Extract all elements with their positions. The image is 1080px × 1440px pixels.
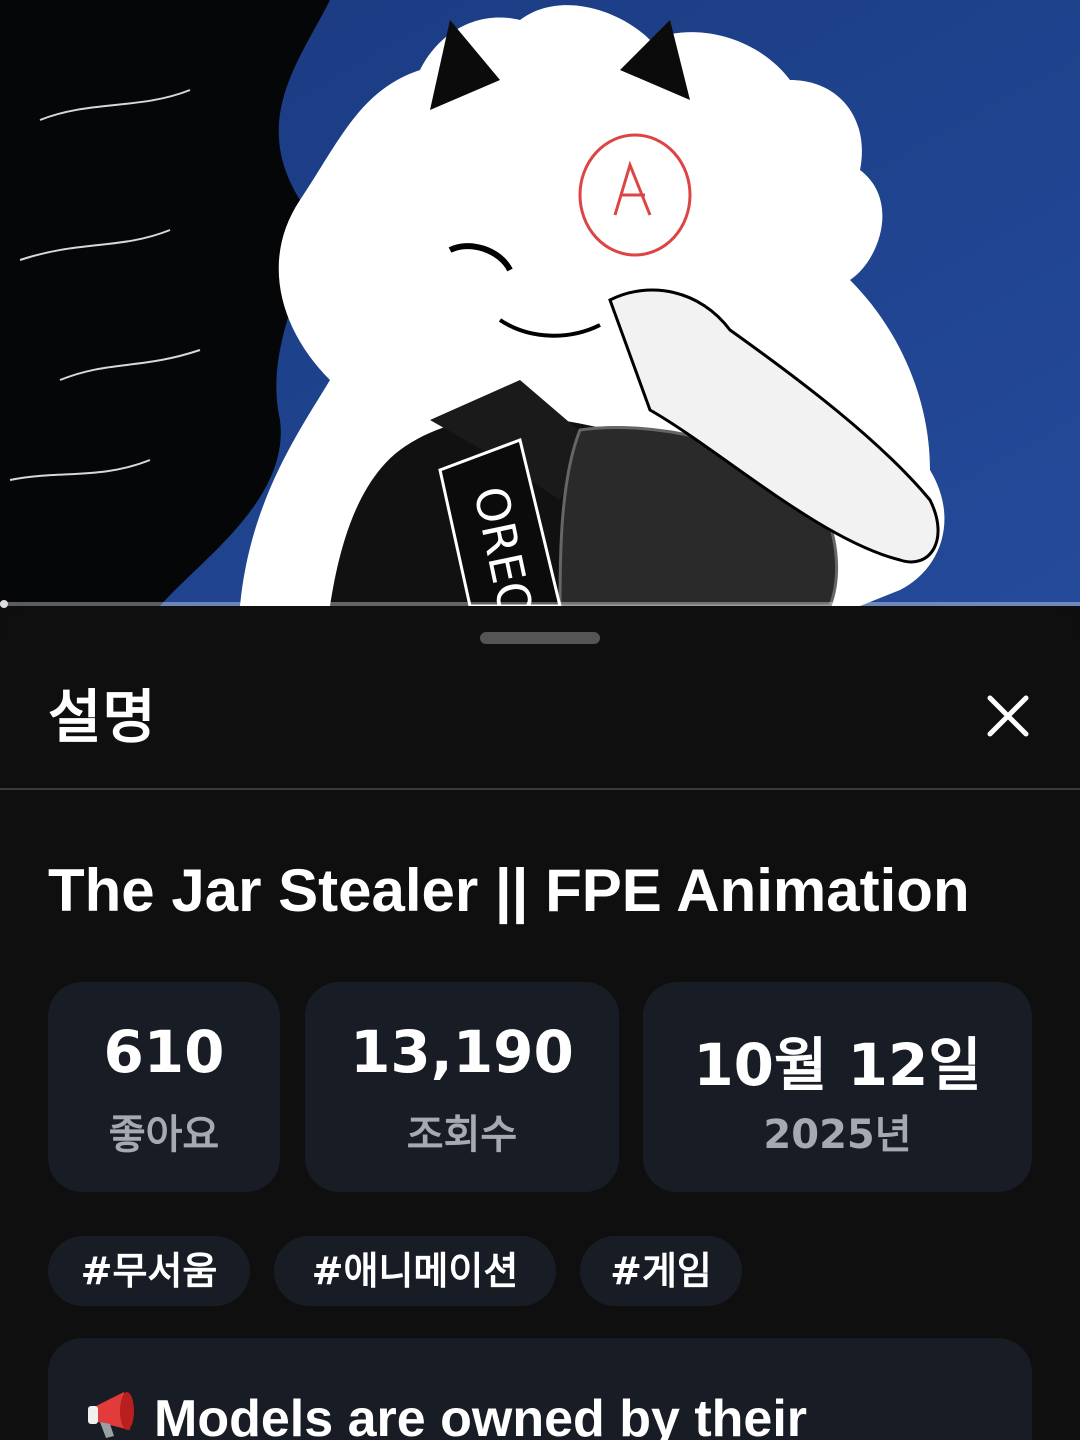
description-box[interactable]: Models are owned by their	[48, 1338, 1032, 1440]
hashtag-animation[interactable]: #애니메이션	[274, 1236, 556, 1306]
close-button[interactable]	[978, 686, 1038, 746]
close-icon	[987, 695, 1029, 737]
stat-views-value: 13,190	[350, 1018, 574, 1086]
sheet-divider	[0, 788, 1080, 790]
stat-views-label: 조회수	[406, 1112, 518, 1158]
video-player[interactable]: OREO	[0, 0, 1080, 606]
description-text: Models are owned by their	[86, 1386, 807, 1440]
description-first-line: Models are owned by their	[154, 1390, 808, 1440]
stat-date-year: 2025년	[763, 1112, 912, 1158]
drag-handle[interactable]	[480, 632, 600, 644]
stat-views: 13,190 조회수	[305, 982, 619, 1192]
video-thumbnail: OREO	[0, 0, 1080, 606]
stat-date-value: 10월 12일	[693, 1031, 982, 1099]
megaphone-icon	[86, 1386, 150, 1440]
video-title: The Jar Stealer || FPE Animation	[48, 857, 970, 924]
stat-date: 10월 12일 2025년	[643, 982, 1032, 1192]
hashtag-game[interactable]: #게임	[580, 1236, 742, 1306]
stat-likes: 610 좋아요	[48, 982, 280, 1192]
sheet-title: 설명	[48, 683, 157, 751]
video-progress-handle[interactable]	[0, 600, 8, 608]
stat-likes-value: 610	[103, 1018, 225, 1086]
stat-likes-label: 좋아요	[108, 1112, 220, 1158]
hashtag-scary[interactable]: #무서움	[48, 1236, 250, 1306]
description-sheet: 설명 The Jar Stealer || FPE Animation 610 …	[0, 606, 1080, 1440]
